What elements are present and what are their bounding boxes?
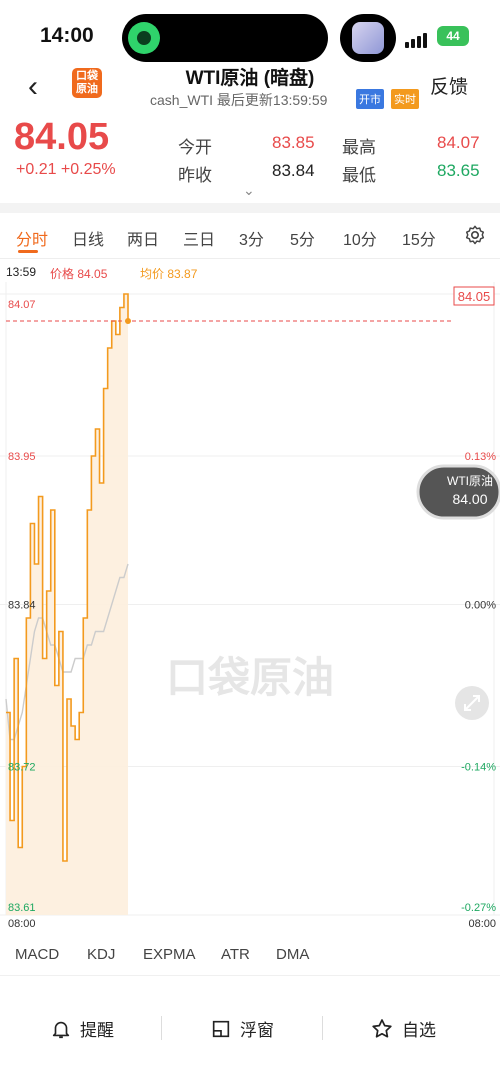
tab-10min[interactable]: 10分 — [343, 226, 377, 250]
fullscreen-icon[interactable] — [455, 686, 489, 720]
high-label: 最高 — [342, 138, 376, 157]
prev-close-label: 昨收 — [178, 166, 212, 185]
indicator-kdj[interactable]: KDJ — [87, 946, 115, 963]
x-tick-label: 08:00 — [8, 918, 36, 930]
bell-icon — [52, 1021, 70, 1038]
float-window-label: 浮窗 — [240, 1021, 274, 1040]
settings-gear-icon[interactable] — [464, 224, 486, 246]
cursor-price: 价格 84.05 — [50, 267, 108, 281]
pct-tick-label: -0.27% — [461, 902, 496, 914]
y-tick-label: 83.61 — [8, 902, 36, 914]
cursor-time: 13:59 — [6, 265, 37, 279]
x-tick-label: 08:00 — [468, 918, 496, 930]
page-title: WTI原油 (暗盘) — [185, 68, 315, 89]
alert-label: 提醒 — [80, 1021, 114, 1040]
tab-15min[interactable]: 15分 — [402, 226, 436, 250]
tab-5min[interactable]: 5分 — [290, 226, 315, 250]
current-price-tag: 84.05 — [453, 286, 495, 306]
open-value: 83.85 — [272, 133, 315, 152]
tab-daily[interactable]: 日线 — [72, 226, 104, 250]
tab-3min[interactable]: 3分 — [239, 226, 264, 250]
divider — [0, 975, 500, 976]
indicator-atr[interactable]: ATR — [221, 946, 250, 963]
divider — [161, 1016, 162, 1040]
signal-icon — [405, 30, 429, 48]
intraday-chart[interactable]: 口袋原油 84.07 83.95 0.13% 83.84 0.00% 83.72 -0.14… — [0, 282, 500, 932]
y-tick-label: 83.95 — [8, 451, 36, 463]
low-label: 最低 — [342, 166, 376, 185]
indicator-macd[interactable]: MACD — [15, 946, 59, 963]
cursor-average: 均价 83.87 — [140, 267, 198, 281]
watchlist-label: 自选 — [402, 1021, 436, 1040]
alert-button[interactable]: 提醒 — [50, 1016, 114, 1041]
current-price-dot — [125, 318, 131, 324]
pct-tick-label: 0.00% — [465, 600, 496, 612]
activity-icon — [128, 22, 160, 54]
float-window-button[interactable]: 浮窗 — [210, 1016, 274, 1041]
star-icon — [372, 1018, 392, 1038]
last-price: 84.05 — [14, 116, 110, 158]
watchlist-button[interactable]: 自选 — [370, 1016, 436, 1041]
divider — [0, 258, 500, 259]
realtime-badge: 实时 — [391, 89, 419, 109]
price-change: +0.21 +0.25% — [16, 161, 116, 178]
pct-tick-label: -0.14% — [461, 762, 496, 774]
float-window-icon — [212, 1020, 230, 1037]
tab-active-indicator — [18, 250, 38, 253]
indicator-dma[interactable]: DMA — [276, 946, 309, 963]
last-update: cash_WTI 最后更新13:59:59 — [150, 92, 328, 108]
y-tick-label: 83.72 — [8, 762, 36, 774]
watermark: 口袋原油 — [166, 654, 334, 701]
floating-quote[interactable]: WTI原油 84.00 — [416, 464, 500, 520]
divider — [0, 203, 500, 213]
divider — [322, 1016, 323, 1040]
indicator-expma[interactable]: EXPMA — [143, 946, 196, 963]
expand-chevron-icon[interactable]: ⌄ — [243, 182, 255, 199]
open-label: 今开 — [178, 138, 212, 157]
high-value: 84.07 — [437, 133, 480, 152]
tab-intraday[interactable]: 分时 — [16, 226, 48, 250]
floating-quote-value: 84.00 — [452, 491, 487, 507]
market-open-badge: 开市 — [356, 89, 384, 109]
tab-three-day[interactable]: 三日 — [183, 226, 215, 250]
status-time: 14:00 — [40, 24, 94, 47]
y-tick-label: 84.07 — [8, 299, 36, 311]
battery-icon: 44 — [437, 26, 469, 46]
y-tick-label: 83.84 — [8, 600, 36, 612]
app-thumbnail-icon — [352, 22, 384, 54]
tab-two-day[interactable]: 两日 — [127, 226, 159, 250]
low-value: 83.65 — [437, 161, 480, 180]
floating-quote-name: WTI原油 — [447, 474, 493, 488]
prev-close-value: 83.84 — [272, 161, 315, 180]
feedback-button[interactable]: 反馈 — [430, 72, 468, 99]
price-tag-value: 84.05 — [458, 289, 491, 304]
pct-tick-label: 0.13% — [465, 451, 496, 463]
